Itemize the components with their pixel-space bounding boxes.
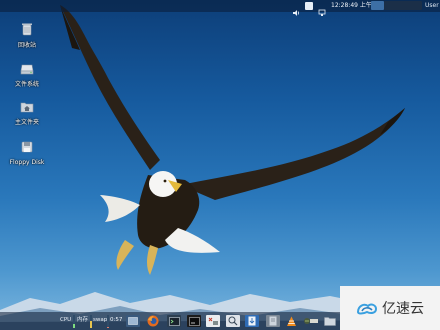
top-clock[interactable]: 12:28:49 上午 [331,1,372,11]
desktop-icon-home[interactable]: 主文件夹 [5,101,49,127]
text-editor-icon[interactable] [245,315,259,327]
desktop-icon-floppy[interactable]: Floppy Disk [5,141,49,167]
drive-icon [5,63,49,78]
download-icon[interactable] [266,315,280,327]
top-panel: 12:28:49 上午 User [0,0,440,16]
settings-icon[interactable] [206,315,220,327]
volume-icon[interactable] [292,2,300,16]
trash-icon [5,22,49,39]
network-icon[interactable] [302,315,320,327]
search-icon[interactable] [226,315,240,327]
home-folder-icon [5,101,49,116]
cpu-label: CPU [60,317,72,323]
brand-logo [356,303,378,315]
desktop-icon-label: 文件系统 [14,81,39,88]
terminal-dark-icon[interactable] [187,315,201,327]
desktop-icon-label: Floppy Disk [9,159,45,166]
clipboard-icon[interactable] [305,2,313,10]
terminal-icon[interactable] [167,315,181,327]
watermark-badge: 亿速云 [340,286,440,330]
swap-label: swap [93,317,108,323]
mem-meter-fill [90,320,92,328]
desktop-icon-label: 回收站 [17,42,36,49]
watermark-brand: 亿速云 [382,301,424,317]
user-menu[interactable]: User [425,1,439,11]
desktop-icon-filesystem[interactable]: 文件系统 [5,63,49,89]
cpu-meter[interactable] [73,315,75,328]
workspace-switcher-2[interactable] [384,1,422,10]
wallpaper-eagle [60,5,405,275]
firefox-icon[interactable] [146,315,160,327]
show-desktop-icon[interactable] [126,315,140,327]
folder-icon[interactable] [323,315,337,327]
network-tray-icon[interactable] [318,2,326,16]
workspace-switcher-1[interactable] [371,1,384,10]
swap-meter[interactable] [107,315,109,328]
desktop-icon-trash[interactable]: 回收站 [5,22,49,50]
swap-meter-fill [107,326,109,328]
floppy-icon [5,141,49,156]
cpu-meter-fill [73,324,75,328]
mem-label: 内存 [77,317,89,323]
bottom-clock[interactable]: 0:57 [110,316,122,324]
desktop-icon-label: 主文件夹 [14,119,39,126]
mem-meter[interactable] [90,315,92,328]
vlc-icon[interactable] [284,315,298,327]
